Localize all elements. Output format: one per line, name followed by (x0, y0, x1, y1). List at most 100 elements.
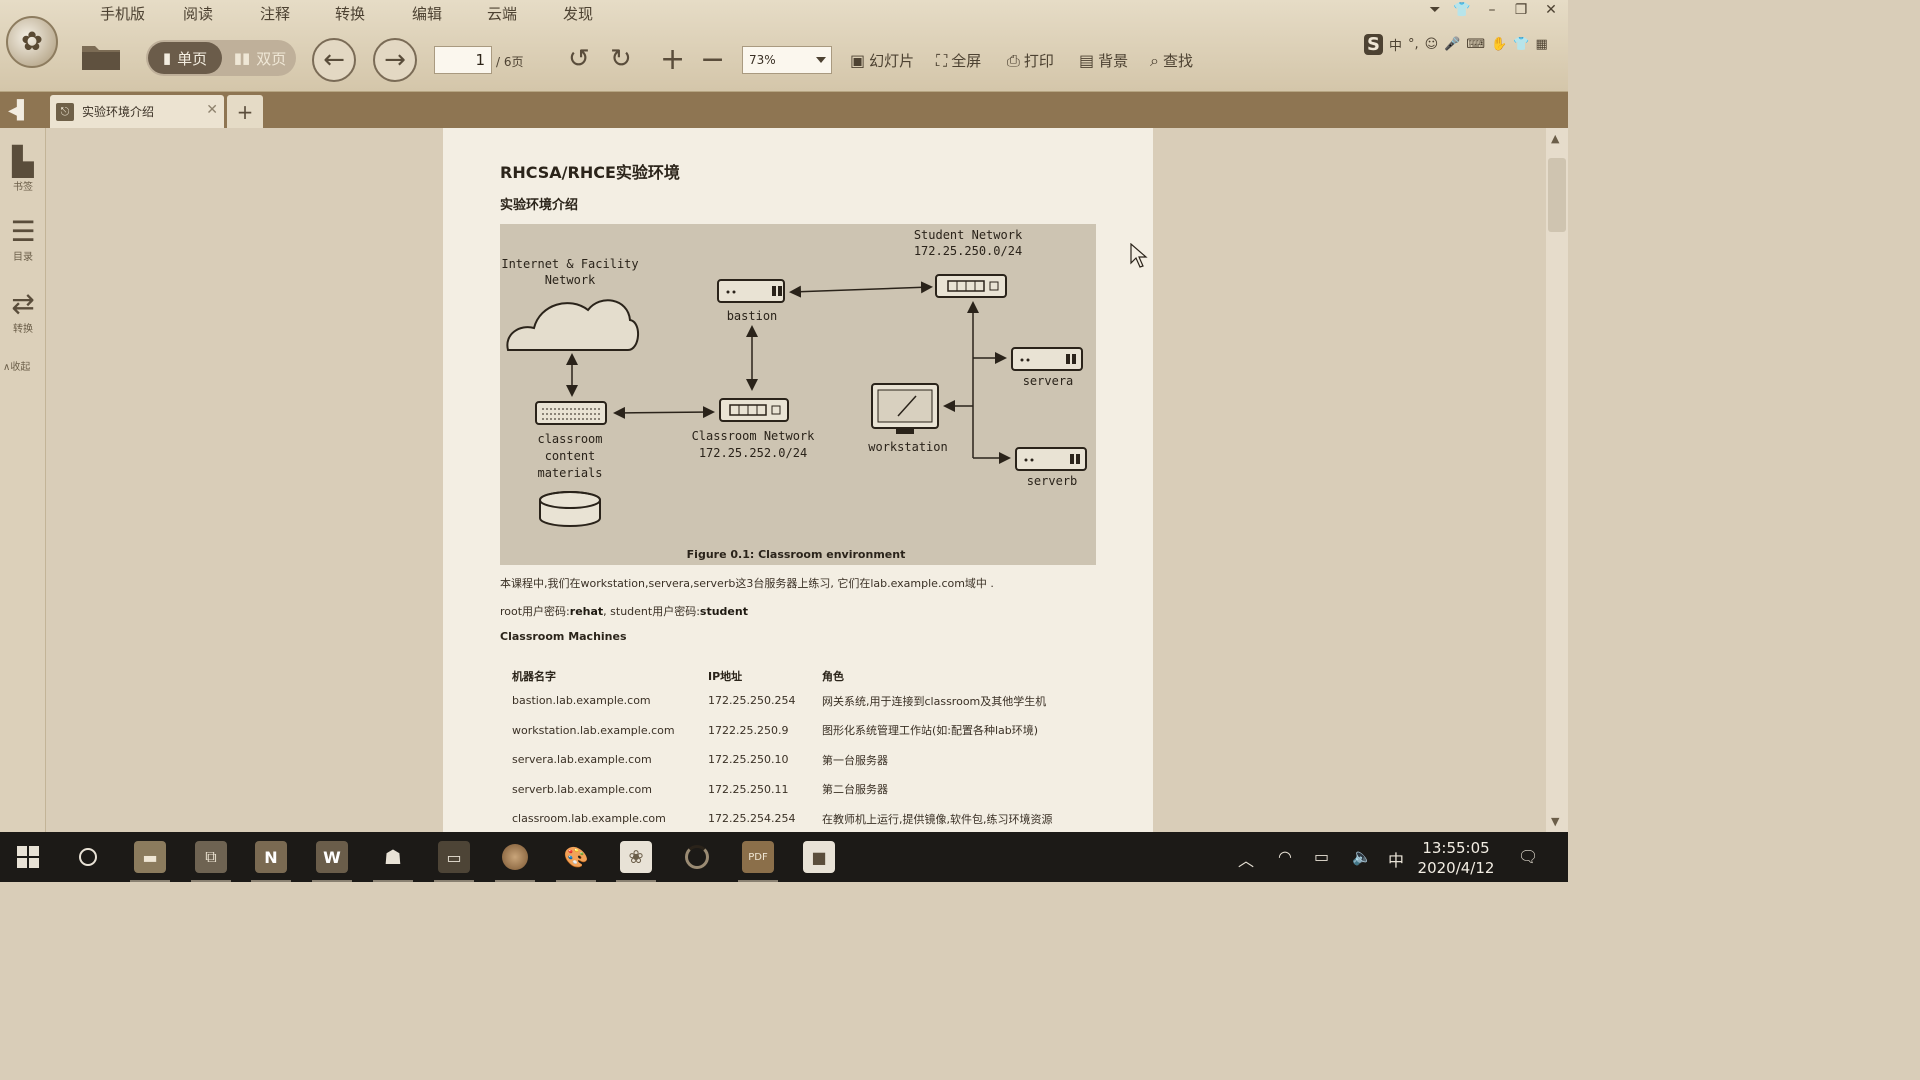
double-page-button[interactable]: ▮▮ 双页 (226, 42, 294, 74)
column-header: 角色 (822, 670, 844, 683)
section-heading: 实验环境介绍 (500, 198, 579, 213)
wifi-icon[interactable]: ◠ (1278, 847, 1292, 866)
camera-icon: ■ (811, 847, 827, 867)
zoom-out-icon[interactable]: − (700, 42, 725, 77)
skin-icon[interactable]: 👕 (1513, 37, 1529, 52)
tab-label: 实验环境介绍 (82, 105, 155, 119)
punctuation-icon[interactable]: °, (1408, 37, 1419, 52)
background-label: 背景 (1098, 52, 1129, 70)
zoom-in-icon[interactable]: + (660, 42, 685, 77)
taskbar-agent-app[interactable]: ☗ (373, 841, 413, 882)
sidebar-item-bookmarks[interactable]: ▙ 书签 (4, 146, 42, 194)
keyboard-icon[interactable]: ⌨ (1466, 37, 1485, 52)
table-row: servera.lab.example.com 172.25.250.10 第一… (512, 745, 1082, 775)
taskbar-network-app[interactable]: ❀ (616, 841, 656, 882)
tab-document[interactable]: ⎋ 实验环境介绍 ✕ (50, 95, 224, 128)
close-icon[interactable]: ✕ (1540, 2, 1562, 18)
fullscreen-button[interactable]: ⛶ 全屏 (936, 50, 981, 71)
previous-page-button[interactable]: ← (312, 38, 356, 82)
sidebar-item-toc[interactable]: ☰ 目录 (4, 216, 42, 264)
menu-cloud[interactable]: 云端 (487, 3, 517, 24)
taskbar-paint[interactable]: 🎨 (556, 841, 596, 882)
background-button[interactable]: ▤ 背景 (1079, 50, 1128, 71)
vertical-scrollbar[interactable]: ▲ ▼ (1546, 128, 1568, 832)
menu-edit[interactable]: 编辑 (412, 3, 442, 24)
scroll-down-icon[interactable]: ▼ (1551, 815, 1559, 828)
menu-convert[interactable]: 转换 (335, 3, 365, 24)
open-folder-button[interactable] (80, 40, 122, 72)
workstation-label: workstation (868, 440, 947, 454)
ime-lang-toggle[interactable]: 中 (1389, 35, 1402, 54)
taskbar-task-view[interactable]: ⧉ (191, 841, 231, 882)
start-button[interactable] (12, 841, 44, 873)
sogou-logo-icon[interactable]: S (1364, 34, 1383, 55)
rotate-right-icon[interactable]: ↻ (610, 44, 632, 74)
system-clock[interactable]: 13:55:05 2020/4/12 (1404, 838, 1508, 878)
materials-label-2: content (545, 449, 596, 463)
table-cell: classroom.lab.example.com (512, 812, 666, 826)
sidebar-item-convert[interactable]: ⇄ 转换 (4, 288, 42, 336)
student-password-label: , student用户密码: (603, 605, 700, 618)
slideshow-button[interactable]: ▣ 幻灯片 (850, 50, 914, 71)
taskbar-video-app[interactable]: ■ (803, 841, 835, 873)
skin-shirt-icon[interactable]: 👕 (1451, 2, 1473, 18)
scrollbar-thumb[interactable] (1548, 158, 1566, 232)
zoom-select[interactable]: 73% (742, 46, 832, 74)
grid-menu-icon[interactable]: ▦ (1536, 37, 1548, 52)
agent-icon: ☗ (384, 845, 402, 869)
task-view-icon: ⧉ (205, 847, 217, 866)
bastion-device-icon (717, 279, 785, 303)
hub-icon: ❀ (628, 846, 644, 868)
root-password-label: root用户密码: (500, 605, 570, 618)
app-logo-icon[interactable]: ✿ (6, 16, 58, 68)
menu-mobile[interactable]: 手机版 (100, 3, 145, 24)
dropdown-menu-icon[interactable]: ⏷ (1424, 2, 1446, 18)
search-button[interactable] (72, 841, 104, 873)
folder-icon: ▬ (142, 847, 158, 867)
table-cell: 1722.25.250.9 (708, 723, 789, 737)
rotate-left-icon[interactable]: ↺ (568, 44, 590, 74)
menu-annotate[interactable]: 注释 (260, 3, 290, 24)
page-number-input[interactable]: 1 (434, 46, 492, 74)
table-cell: 第二台服务器 (822, 783, 888, 797)
scroll-up-icon[interactable]: ▲ (1551, 132, 1559, 145)
onenote-icon: N (264, 847, 278, 867)
page-title: RHCSA/RHCE实验环境 (500, 163, 680, 182)
next-page-button[interactable]: → (373, 38, 417, 82)
taskbar-firefox[interactable] (495, 841, 535, 882)
taskbar-onenote[interactable]: N (251, 841, 291, 882)
figure-caption: Figure 0.1: Classroom environment (687, 548, 906, 561)
print-button[interactable]: ⎙ 打印 (1007, 50, 1054, 71)
taskbar-pdf-reader[interactable]: PDF (738, 841, 778, 882)
tools-icon[interactable]: ✋ (1491, 37, 1507, 52)
single-page-button[interactable]: ▮ 单页 (148, 42, 222, 74)
projector-icon: ▣ (850, 51, 866, 70)
clock-date: 2020/4/12 (1417, 859, 1495, 877)
tab-close-icon[interactable]: ✕ (206, 102, 218, 118)
document-viewport[interactable]: RHCSA/RHCE实验环境 实验环境介绍 Internet & Facilit… (47, 128, 1546, 832)
taskbar-file-explorer[interactable]: ▬ (130, 841, 170, 882)
emoji-icon[interactable]: ☺ (1425, 37, 1439, 52)
input-method-indicator[interactable]: 中 (1388, 847, 1404, 871)
fullscreen-icon: ⛶ (936, 50, 948, 70)
minimize-icon[interactable]: – (1481, 2, 1503, 18)
battery-icon[interactable]: ▭ (1314, 847, 1329, 866)
tab-bar: ◂▌ ⎋ 实验环境介绍 ✕ + (0, 92, 1568, 128)
taskbar-terminal[interactable]: ▭ (434, 841, 474, 882)
single-page-label: 单页 (177, 49, 208, 68)
volume-icon[interactable]: 🔈 (1352, 847, 1372, 866)
restore-icon[interactable]: ❐ (1510, 2, 1532, 18)
sidebar-collapse-button[interactable]: ∧收起 (3, 358, 30, 373)
notification-icon[interactable]: 🗨 (1518, 847, 1538, 866)
new-tab-button[interactable]: + (227, 95, 263, 128)
network-diagram: Internet & Facility Network bastion Stud… (500, 224, 1096, 565)
menu-read[interactable]: 阅读 (183, 3, 213, 24)
taskbar-word[interactable]: W (312, 841, 352, 882)
classroom-net-label-1: Classroom Network (692, 429, 816, 443)
find-button[interactable]: ⌕ 查找 (1150, 50, 1193, 71)
taskbar-loader-app[interactable] (681, 841, 713, 873)
collapse-panel-icon[interactable]: ◂▌ (8, 100, 31, 121)
tray-expand-icon[interactable]: ︿ (1238, 847, 1254, 871)
menu-discover[interactable]: 发现 (563, 3, 593, 24)
microphone-icon[interactable]: 🎤 (1444, 37, 1460, 52)
